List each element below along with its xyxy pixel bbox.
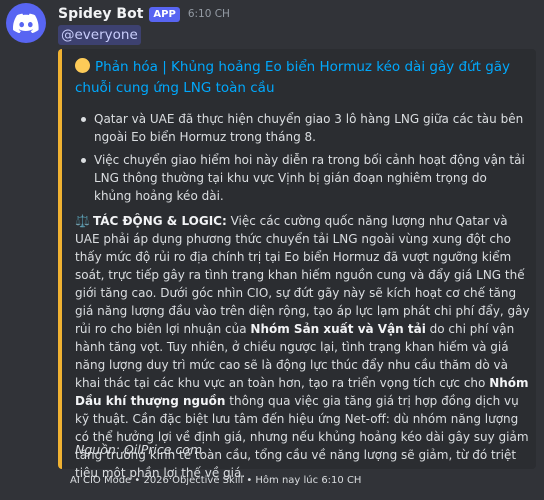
embed-source: Nguồn: OilPrice.com (75, 442, 203, 457)
embed-footer: AI CIO Mode • 2026 Objective Skill • Hôm… (70, 475, 362, 486)
impact-text: Việc các cường quốc năng lượng như Qatar… (75, 214, 530, 336)
bullet-item: Qatar và UAE đã thực hiện chuyển giao 3 … (75, 110, 525, 146)
username[interactable]: Spidey Bot (58, 6, 143, 22)
embed-title[interactable]: Phản hóa | Khủng hoảng Eo biển Hormuz ké… (75, 57, 530, 99)
news-embed: Phản hóa | Khủng hoảng Eo biển Hormuz ké… (58, 49, 536, 480)
discord-logo-icon (13, 13, 39, 33)
embed-title-text[interactable]: Phản hóa | Khủng hoảng Eo biển Hormuz ké… (75, 59, 510, 96)
embed-bullet-list: Qatar và UAE đã thực hiện chuyển giao 3 … (75, 110, 525, 210)
impact-label: TÁC ĐỘNG & LOGIC: (92, 214, 227, 228)
message-timestamp[interactable]: 6:10 CH (188, 8, 230, 20)
bot-message: Spidey Bot APP 6:10 CH @everyone Phản hó… (0, 0, 544, 500)
bot-avatar[interactable] (6, 3, 46, 43)
everyone-mention[interactable]: @everyone (58, 25, 141, 45)
message-header: Spidey Bot APP 6:10 CH (58, 4, 230, 24)
balance-scale-icon: ⚖️ (75, 214, 90, 228)
app-badge: APP (149, 6, 180, 22)
bullet-item: Việc chuyển giao hiểm hoi này diễn ra tr… (75, 151, 525, 205)
yellow-circle-icon (75, 58, 90, 73)
impact-bold-text: Nhóm Sản xuất và Vận tải (250, 322, 426, 336)
